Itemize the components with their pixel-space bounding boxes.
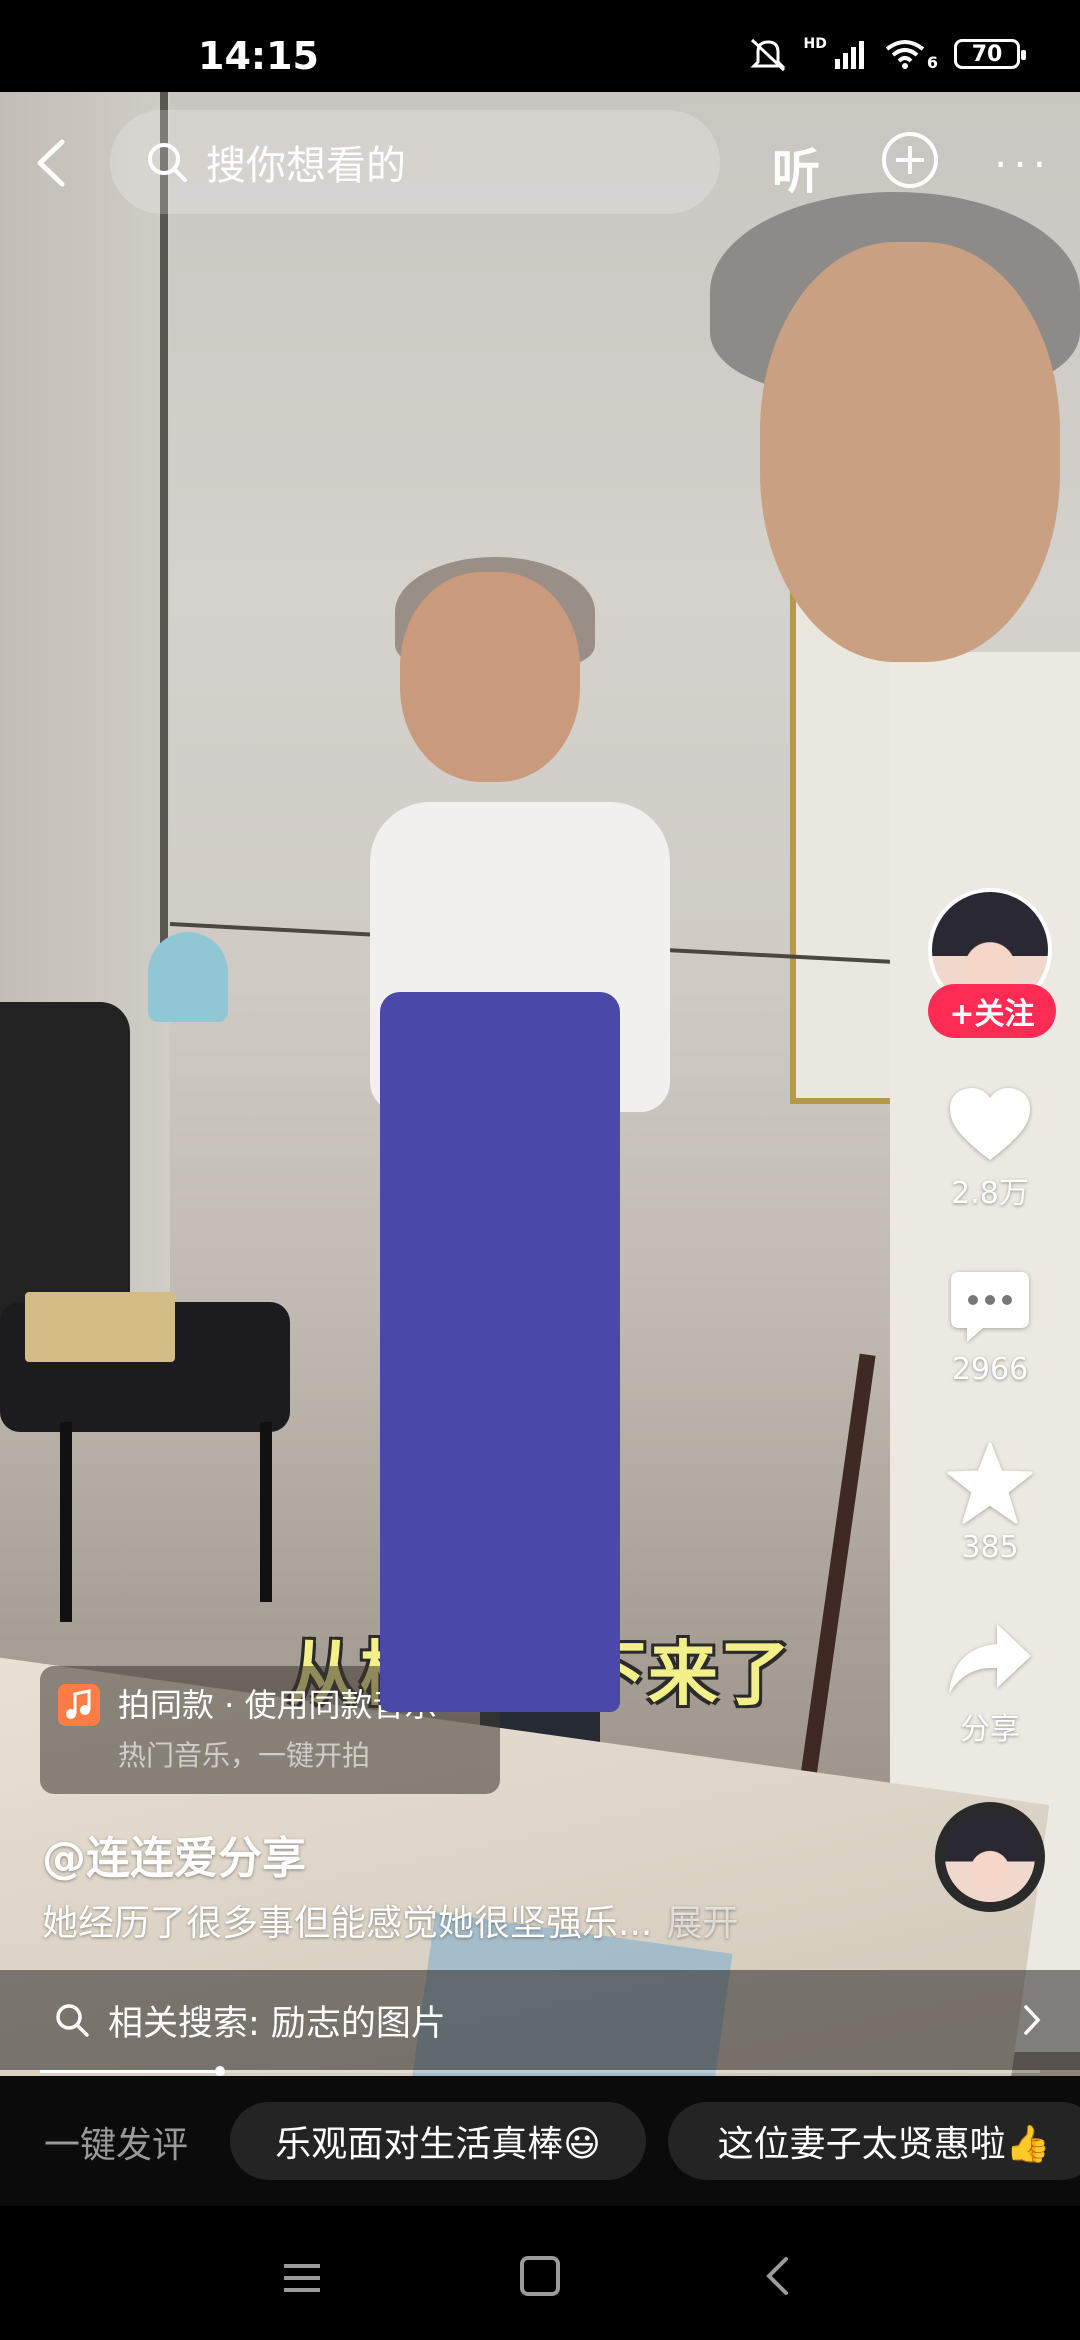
signal-icon (834, 41, 864, 69)
progress-fill (40, 2070, 220, 2073)
network-type-label: HD (803, 36, 827, 52)
search-icon (148, 143, 187, 182)
music-card-subtitle: 热门音乐，一键开拍 (118, 1739, 371, 1772)
battery-level: 70 (971, 41, 1003, 67)
back-icon[interactable] (764, 2256, 790, 2296)
listen-button[interactable]: 听 (772, 132, 820, 202)
menu-icon[interactable] (282, 2262, 322, 2294)
status-time: 14:15 (198, 34, 319, 78)
video-scene (260, 1422, 272, 1602)
video-scene (400, 572, 580, 782)
progress-handle[interactable] (215, 2066, 225, 2076)
author-name[interactable]: @连连爱分享 (42, 1822, 306, 1886)
favorite-button[interactable]: 385 (920, 1442, 1060, 1565)
description-text: 她经历了很多事但能感觉她很坚强乐... (42, 1903, 653, 1944)
related-search-label: 相关搜索: 励志的图片 (108, 2003, 446, 2044)
quick-comment-bar: 一键发评 乐观面对生活真棒😃 这位妻子太贤惠啦👍 (0, 2076, 1080, 2206)
video-scene (25, 1292, 175, 1362)
more-button[interactable]: ··· (994, 140, 1052, 189)
quick-comment-chip[interactable]: 这位妻子太贤惠啦👍 (668, 2102, 1080, 2180)
video-scene (380, 992, 620, 1712)
video-scene (160, 92, 168, 992)
like-button[interactable]: 2.8万 (920, 1086, 1060, 1212)
favorite-count: 385 (961, 1530, 1019, 1565)
comment-icon (951, 1272, 1029, 1342)
back-button[interactable] (30, 138, 70, 188)
follow-button[interactable]: +关注 (928, 984, 1056, 1038)
status-icons: HD 6 70 (748, 36, 1026, 72)
quick-comment-label: 一键发评 (44, 2125, 189, 2166)
chevron-right-icon (1024, 2005, 1041, 2035)
wifi-generation-label: 6 (926, 53, 938, 72)
wifi-icon (885, 40, 925, 69)
quick-comment-chip[interactable]: 乐观面对生活真棒😃 (230, 2102, 646, 2180)
comment-button[interactable]: 2966 (920, 1270, 1060, 1387)
add-button[interactable] (882, 132, 938, 188)
expand-button[interactable]: 展开 (666, 1903, 738, 1944)
video-progress-bar[interactable] (40, 2066, 1040, 2076)
video-scene (148, 932, 228, 1022)
search-placeholder: 搜你想看的 (206, 143, 406, 189)
music-disc-button[interactable] (920, 1802, 1060, 1912)
star-icon (947, 1442, 1033, 1524)
status-bar: 14:15 HD 6 70 (0, 0, 1080, 92)
video-scene (60, 1422, 72, 1622)
related-search-bar[interactable]: 相关搜索: 励志的图片 (0, 1970, 1080, 2070)
battery-icon: 70 (954, 39, 1026, 69)
heart-icon (950, 1088, 1030, 1160)
music-disc-icon (935, 1802, 1045, 1912)
mute-icon (749, 38, 786, 72)
search-icon (56, 2004, 89, 2037)
comment-count: 2966 (951, 1352, 1029, 1387)
music-note-icon (58, 1684, 100, 1726)
search-bar[interactable]: 搜你想看的 (110, 110, 720, 214)
post-description: 她经历了很多事但能感觉她很坚强乐... 展开 (42, 1894, 738, 1946)
video-scene (760, 242, 1060, 662)
home-icon[interactable] (520, 2256, 560, 2296)
like-count: 2.8万 (951, 1176, 1029, 1211)
